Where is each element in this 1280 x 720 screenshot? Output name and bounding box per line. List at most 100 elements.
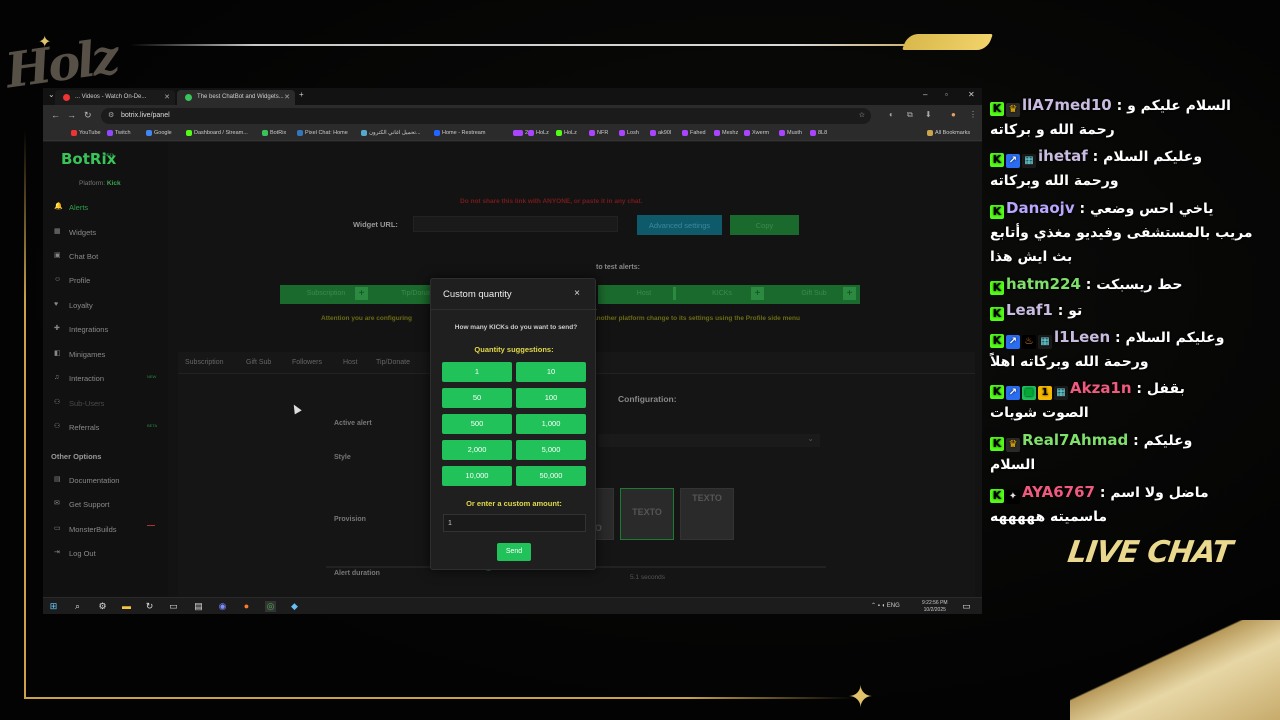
sidebar-item-interaction[interactable]: ♫ Interaction — [54, 374, 104, 383]
browser-tab-2[interactable]: The best ChatBot and Widgets... ✕ — [177, 90, 295, 105]
bookmark-item[interactable]: Fahed — [682, 130, 706, 136]
quantity-button-10[interactable]: 10 — [516, 362, 586, 382]
browser-tab-1[interactable]: ... Videos - Watch On-De... ✕ — [55, 90, 175, 105]
site-info-icon[interactable]: ⚙ — [108, 111, 114, 119]
quantity-button-50[interactable]: 50 — [442, 388, 512, 408]
quantity-button-100[interactable]: 100 — [516, 388, 586, 408]
sidebar-item-label: Documentation — [69, 476, 120, 485]
advanced-settings-button[interactable]: Advanced settings — [637, 215, 722, 235]
bookmark-item[interactable]: 8L8 — [810, 130, 827, 136]
bookmark-item[interactable]: Twitch — [107, 130, 131, 136]
terminal-icon[interactable]: ▭ — [168, 601, 179, 612]
bookmark-item[interactable]: Musth — [779, 130, 802, 136]
quantity-button-1[interactable]: 1 — [442, 362, 512, 382]
sidebar-item-log-out[interactable]: ⇥ Log Out — [54, 549, 96, 558]
bookmark-item[interactable]: 2 — [517, 130, 528, 136]
media-icon[interactable]: ◐ — [889, 110, 894, 119]
suggestions-heading: Quantity suggestions: — [474, 345, 554, 354]
close-tab-icon[interactable]: ✕ — [164, 93, 170, 101]
url-field[interactable]: ⚙ botrix.live/panel ☆ — [101, 108, 871, 124]
quantity-button-5000[interactable]: 5,000 — [516, 440, 586, 460]
tab-menu-icon[interactable]: ⌄ — [48, 90, 55, 99]
back-icon[interactable]: ← — [51, 110, 60, 120]
quantity-button-1000[interactable]: 1,000 — [516, 414, 586, 434]
bookmark-item[interactable]: Meshz — [714, 130, 738, 136]
sidebar-item-widgets[interactable]: ▦ Widgets — [54, 228, 96, 237]
sidebar-item-profile[interactable]: ☺ Profile — [54, 276, 90, 285]
style-select[interactable]: ⌄ — [598, 434, 820, 447]
minimize-icon[interactable]: – — [923, 90, 927, 99]
sidebar-item-minigames[interactable]: ◧ Minigames — [54, 350, 105, 359]
quantity-button-10000[interactable]: 10,000 — [442, 466, 512, 486]
taskbar-clock[interactable]: 9:22:56 PM 10/2/2025 — [922, 600, 948, 613]
sidebar-item-chat-bot[interactable]: ▣ Chat Bot — [54, 252, 98, 261]
provision-option-2[interactable]: TEXTO — [620, 488, 674, 540]
chrome-icon[interactable]: ◎ — [265, 601, 276, 612]
tab-host[interactable]: Host — [343, 359, 357, 366]
sidebar-item-referrals[interactable]: ⚇ Referrals — [54, 423, 99, 432]
bookmark-item[interactable]: Home - Restream — [434, 130, 485, 136]
discord-icon[interactable]: ◉ — [217, 601, 228, 612]
search-icon[interactable]: ⌕ — [72, 601, 83, 612]
bookmark-item[interactable]: HoLz — [528, 130, 549, 136]
tab-tip-donate[interactable]: Tip/Donate — [376, 359, 410, 366]
sidebar-item-sub-users[interactable]: ⚇ Sub-Users — [54, 399, 104, 408]
settings-icon[interactable]: ⚙ — [97, 601, 108, 612]
test-subscription-button[interactable]: Subscription + — [280, 285, 372, 304]
tab-subscription[interactable]: Subscription — [185, 359, 224, 366]
windows-start-icon[interactable]: ⊞ — [48, 601, 59, 612]
sidebar-item-label: Alerts — [69, 203, 89, 212]
bookmark-item[interactable]: Losh — [619, 130, 639, 136]
close-icon[interactable]: × — [574, 288, 580, 299]
test-gift-sub-button[interactable]: Gift Sub + — [768, 285, 860, 304]
sidebar-item-integrations[interactable]: ✚ Integrations — [54, 325, 108, 334]
profile-avatar[interactable]: ● — [951, 110, 956, 119]
close-tab-icon[interactable]: ✕ — [284, 93, 290, 101]
chat-message: K ↗ ▦ ihetaf : وعليكم السلام ورحمة الله وبرك… — [990, 144, 1260, 193]
chat-text: وعليكم السلام — [1103, 149, 1203, 165]
quantity-button-2000[interactable]: 2,000 — [442, 440, 512, 460]
reload-icon[interactable]: ↻ — [84, 110, 92, 121]
tab-followers[interactable]: Followers — [292, 359, 322, 366]
widget-url-field[interactable] — [413, 216, 618, 232]
bookmark-item[interactable]: Pixel Chat: Home — [297, 130, 348, 136]
tab-gift-sub[interactable]: Gift Sub — [246, 359, 271, 366]
custom-amount-input[interactable]: 1 — [443, 514, 586, 532]
sidebar-item-monsterbuilds[interactable]: ▭ MonsterBuilds — [54, 525, 117, 534]
notifications-icon[interactable]: ▭ — [961, 601, 972, 612]
new-tab-button[interactable]: + — [299, 90, 304, 99]
menu-dots-icon[interactable]: ⋮ — [969, 110, 977, 119]
test-kicks-button[interactable]: KICKs + — [676, 285, 768, 304]
bookmark-item[interactable]: HoLz — [556, 130, 577, 136]
firefox-icon[interactable]: ● — [241, 601, 252, 612]
sidebar-item-loyalty[interactable]: ♥ Loyalty — [54, 301, 93, 310]
quantity-button-500[interactable]: 500 — [442, 414, 512, 434]
bookmark-item[interactable]: NFR — [589, 130, 608, 136]
extensions-icon[interactable]: ⧉ — [907, 110, 913, 120]
maximize-icon[interactable]: ▫ — [945, 90, 948, 99]
copy-button[interactable]: Copy — [730, 215, 799, 235]
bookmark-item[interactable]: BotRix — [262, 130, 286, 136]
send-button[interactable]: Send — [497, 543, 531, 561]
steam-icon[interactable]: ◆ — [289, 601, 300, 612]
app-icon-2[interactable]: ▤ — [193, 601, 204, 612]
bookmark-item[interactable]: تحميل اغاني الكترون... — [361, 130, 421, 136]
sidebar-item-alerts[interactable]: 🔔 Alerts — [54, 203, 88, 212]
app-icon[interactable]: ↻ — [144, 601, 155, 612]
bookmark-item[interactable]: Google — [146, 130, 172, 136]
downloads-icon[interactable]: ⬇ — [925, 110, 932, 119]
provision-option-3[interactable]: TEXTO — [680, 488, 734, 540]
bookmark-star-icon[interactable]: ☆ — [859, 111, 865, 119]
bookmark-item[interactable]: Xwerm — [744, 130, 769, 136]
sidebar-item-documentation[interactable]: ▤ Documentation — [54, 476, 119, 485]
forward-icon[interactable]: → — [67, 110, 76, 120]
file-explorer-icon[interactable]: ▬ — [121, 601, 132, 612]
bookmark-item[interactable]: YouTube — [71, 130, 101, 136]
system-tray[interactable]: ⌃ ▪ ◖ ENG — [871, 602, 900, 609]
sidebar-item-get-support[interactable]: ✉ Get Support — [54, 500, 109, 509]
all-bookmarks-item[interactable]: All Bookmarks — [927, 130, 970, 136]
bookmark-item[interactable]: ak90l — [650, 130, 671, 136]
close-window-icon[interactable]: ✕ — [968, 90, 975, 99]
quantity-button-50000[interactable]: 50,000 — [516, 466, 586, 486]
bookmark-item[interactable]: Dashboard / Stream... — [186, 130, 248, 136]
